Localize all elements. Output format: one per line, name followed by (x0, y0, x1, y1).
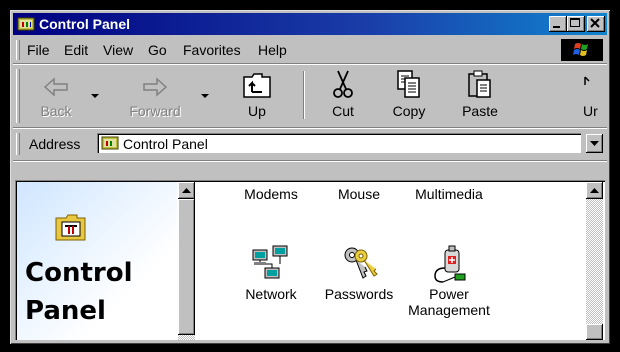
scissors-icon (315, 67, 371, 99)
copy-button[interactable]: Copy (379, 67, 439, 123)
forward-button[interactable]: Forward (117, 67, 193, 123)
keys-icon (309, 242, 409, 286)
info-pane: Control Panel (17, 182, 187, 340)
back-arrow-icon (27, 67, 85, 99)
info-scroll-thumb[interactable] (178, 199, 195, 335)
mouse-label: Mouse (337, 186, 381, 202)
forward-label: Forward (129, 103, 181, 119)
info-pane-title: Control Panel (25, 254, 132, 330)
menu-edit[interactable]: Edit (64, 42, 88, 58)
addressbar-divider (13, 160, 607, 162)
maximize-button[interactable] (567, 16, 585, 32)
window-title: Control Panel (39, 16, 131, 32)
menu-go[interactable]: Go (148, 42, 167, 58)
info-pane-scrollbar[interactable] (178, 182, 195, 340)
copy-icon (379, 67, 439, 99)
address-dropdown-button[interactable] (586, 134, 603, 153)
close-button[interactable] (587, 16, 605, 32)
menu-help[interactable]: Help (258, 42, 287, 58)
forward-arrow-icon (117, 67, 193, 99)
power-plug-icon (399, 242, 499, 286)
up-folder-icon (227, 67, 287, 99)
back-label: Back (40, 103, 72, 119)
list-item-mouse[interactable]: Mouse (309, 186, 409, 202)
content-area: Control Panel Modems Mouse Multimedia Ne… (15, 180, 605, 340)
menubar-grip[interactable] (16, 40, 20, 60)
modems-label: Modems (244, 186, 298, 202)
list-item-modems[interactable]: Modems (221, 186, 321, 202)
passwords-label: Passwords (324, 286, 394, 302)
control-panel-icon (17, 16, 35, 35)
menu-view[interactable]: View (103, 42, 133, 58)
list-item-passwords[interactable]: Passwords (309, 242, 409, 302)
title-bar[interactable]: Control Panel (13, 13, 607, 35)
content-scroll-up-button[interactable] (586, 182, 603, 199)
copy-label: Copy (392, 103, 426, 119)
toolbar: Back Forward Up Cut Copy Paste Ur (13, 65, 607, 127)
network-label: Network (245, 286, 297, 302)
content-scroll-thumb[interactable] (586, 324, 603, 340)
cut-label: Cut (332, 103, 354, 119)
paste-label: Paste (462, 103, 498, 119)
back-dropdown[interactable] (87, 67, 103, 123)
clipboard-icon (447, 67, 513, 99)
control-panel-small-icon (101, 136, 119, 153)
menu-file[interactable]: File (27, 42, 50, 58)
cut-button[interactable]: Cut (315, 67, 371, 123)
up-button[interactable]: Up (227, 67, 287, 123)
undo-icon (575, 67, 601, 99)
list-item-multimedia[interactable]: Multimedia (399, 186, 499, 202)
content-scrollbar[interactable] (586, 182, 603, 340)
toolbar-separator (303, 71, 305, 119)
address-bar: Address Control Panel (13, 130, 607, 158)
multimedia-label: Multimedia (415, 186, 483, 202)
minimize-button[interactable] (549, 16, 567, 32)
windows-logo (561, 39, 603, 61)
undo-button-partial[interactable]: Ur (575, 67, 601, 123)
menu-bar: File Edit View Go Favorites Help (13, 38, 607, 62)
info-scroll-up-button[interactable] (178, 182, 195, 199)
info-title-line-1: Control (25, 258, 133, 288)
explorer-window: Control Panel File Edit View Go Favorite… (10, 10, 610, 344)
forward-dropdown[interactable] (197, 67, 213, 123)
toolbar-grip[interactable] (16, 69, 20, 123)
list-item-power-management[interactable]: Power Management (399, 242, 499, 318)
up-label: Up (248, 103, 266, 119)
back-button[interactable]: Back (27, 67, 85, 123)
address-label: Address (29, 136, 81, 152)
info-title-line-2: Panel (25, 296, 106, 326)
control-panel-folder-icon (55, 212, 87, 245)
address-input[interactable]: Control Panel (97, 133, 581, 153)
list-item-network[interactable]: Network (221, 242, 321, 302)
paste-button[interactable]: Paste (447, 67, 513, 123)
toolbar-divider (13, 127, 607, 129)
power-label-line-1: Power (429, 286, 469, 302)
addressbar-grip[interactable] (16, 133, 20, 155)
undo-label: Ur (583, 103, 598, 119)
menu-favorites[interactable]: Favorites (183, 42, 241, 58)
power-label-line-2: Management (408, 302, 490, 318)
network-icon (221, 242, 321, 286)
address-value: Control Panel (123, 136, 208, 152)
